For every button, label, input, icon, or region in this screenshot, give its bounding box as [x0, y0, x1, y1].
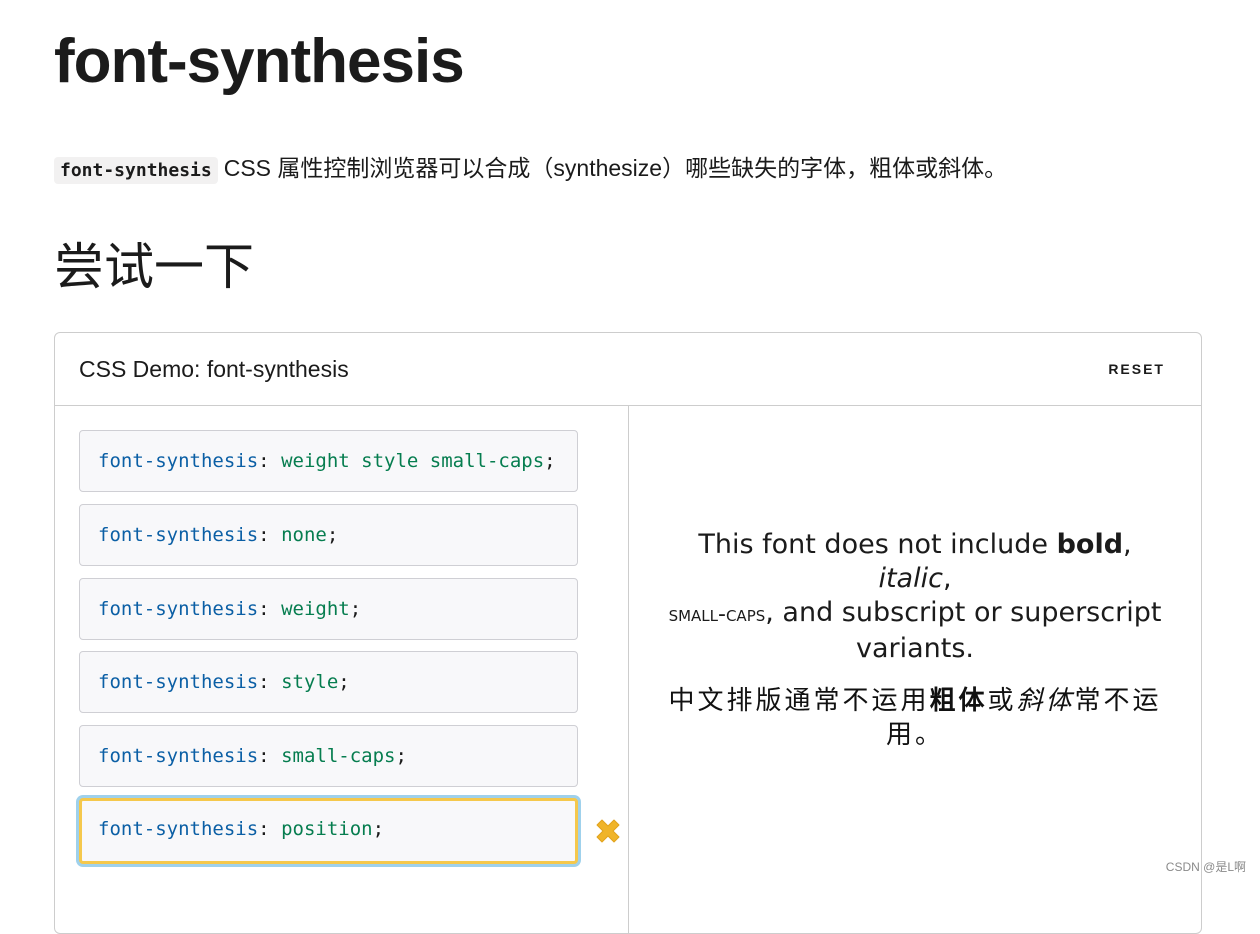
intro-paragraph: font-synthesis CSS 属性控制浏览器可以合成（synthesize…	[54, 150, 1007, 189]
preview-text: 中文排版通常不运用	[668, 686, 930, 716]
reset-button[interactable]: RESET	[1108, 355, 1165, 383]
option-property: font-synthesis	[98, 745, 259, 767]
demo-output-pane: This font does not include bold, italic,…	[629, 406, 1201, 933]
option-property: font-synthesis	[98, 450, 259, 472]
option-colon: :	[258, 524, 270, 546]
preview-text: ,	[1123, 529, 1132, 560]
option-semicolon: ;	[326, 524, 339, 546]
x-mark-icon	[596, 819, 620, 843]
demo-title: CSS Demo: font-synthesis	[79, 356, 349, 382]
preview-english-text: This font does not include bold, italic,…	[661, 528, 1169, 666]
option-value: position	[281, 818, 373, 840]
option-property: font-synthesis	[98, 598, 259, 620]
option-value: small-caps	[281, 745, 396, 767]
preview-text: , and subscript or superscript variants.	[765, 597, 1162, 664]
page-title: font-synthesis	[54, 27, 465, 96]
preview-text: This font does not include	[698, 529, 1057, 560]
watermark: CSDN @是L啊	[1165, 860, 1246, 874]
demo-option-small-caps[interactable]: font-synthesis: small-caps;	[79, 725, 578, 787]
option-colon: :	[258, 598, 270, 620]
preview-italic: 斜体	[1016, 686, 1075, 716]
preview-text: ,	[942, 563, 952, 594]
demo-option-weight[interactable]: font-synthesis: weight;	[79, 578, 578, 640]
demo-option-none[interactable]: font-synthesis: none;	[79, 504, 578, 566]
preview-text: 或	[987, 686, 1017, 716]
option-value: weight style small-caps	[281, 450, 545, 472]
preview-italic: italic	[878, 563, 943, 594]
option-value: style	[281, 671, 339, 693]
preview-small-caps: small-caps	[668, 602, 766, 627]
option-semicolon: ;	[372, 818, 385, 840]
demo-option-style[interactable]: font-synthesis: style;	[79, 651, 578, 713]
preview-bold: bold	[1056, 529, 1124, 560]
css-demo-panel: CSS Demo: font-synthesis RESET font-synt…	[54, 332, 1202, 934]
demo-header: CSS Demo: font-synthesis RESET	[55, 333, 1201, 406]
demo-options-pane: font-synthesis: weight style small-caps;…	[55, 406, 629, 933]
option-colon: :	[258, 745, 270, 767]
option-property: font-synthesis	[98, 524, 259, 546]
option-colon: :	[258, 818, 270, 840]
demo-output: This font does not include bold, italic,…	[661, 528, 1169, 752]
demo-option-weight-style-small-caps[interactable]: font-synthesis: weight style small-caps;	[79, 430, 578, 492]
option-semicolon: ;	[395, 745, 407, 767]
option-colon: :	[258, 671, 270, 693]
option-colon: :	[258, 450, 270, 472]
preview-bold: 粗体	[929, 686, 988, 716]
option-property: font-synthesis	[98, 671, 259, 693]
preview-chinese-text: 中文排版通常不运用粗体或斜体常不运用。	[661, 684, 1169, 752]
option-property: font-synthesis	[98, 818, 259, 840]
option-value: weight	[281, 598, 350, 620]
intro-text: CSS 属性控制浏览器可以合成（synthesize）哪些缺失的字体，粗体或斜体…	[223, 155, 1008, 181]
section-title: 尝试一下	[54, 239, 254, 295]
intro-code: font-synthesis	[54, 157, 218, 184]
option-semicolon: ;	[349, 598, 362, 620]
option-semicolon: ;	[338, 671, 350, 693]
option-semicolon: ;	[544, 450, 556, 472]
option-value: none	[281, 524, 327, 546]
demo-option-position[interactable]: font-synthesis: position;	[79, 798, 578, 864]
